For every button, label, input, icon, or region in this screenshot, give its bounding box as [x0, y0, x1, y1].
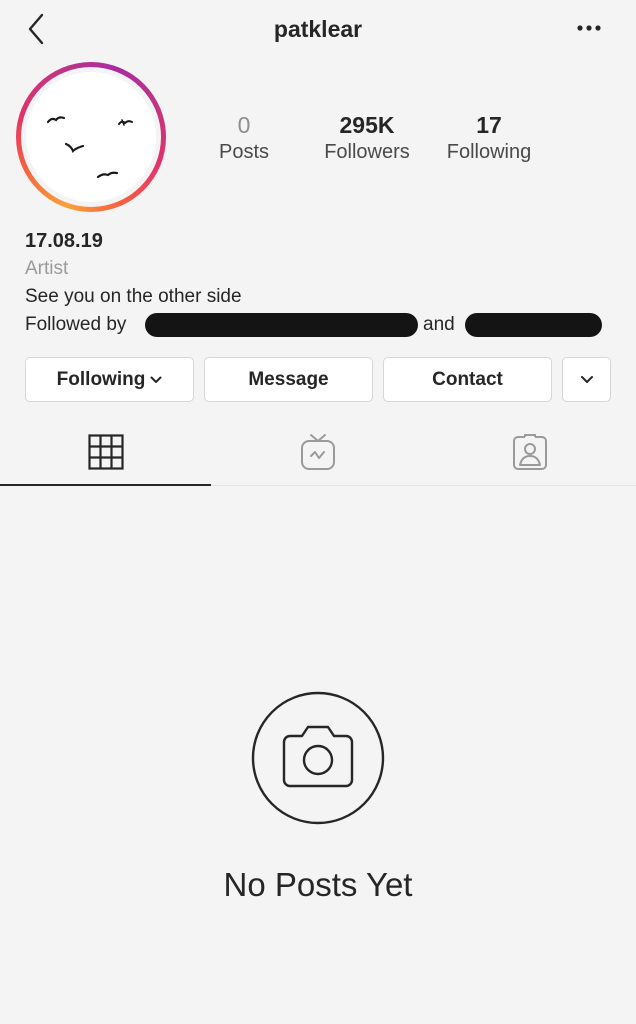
following-count: 17: [476, 112, 502, 138]
posts-label: Posts: [218, 141, 270, 163]
following-button[interactable]: Following: [25, 357, 194, 402]
following-button-label: Following: [56, 368, 146, 390]
more-options-button[interactable]: [572, 16, 606, 40]
tab-posts-grid[interactable]: [0, 418, 212, 486]
following-label: Following: [446, 141, 532, 163]
redacted-username: [465, 313, 602, 337]
bio-text: See you on the other side: [25, 286, 242, 307]
top-bar: patklear: [0, 0, 636, 60]
contact-button-label: Contact: [432, 368, 503, 390]
profile-tabs: [0, 418, 636, 486]
message-button-label: Message: [248, 368, 329, 390]
posts-count: 0: [237, 112, 251, 138]
more-horizontal-icon: [577, 25, 601, 31]
avatar-birds: [46, 116, 133, 179]
followers-count: 295K: [339, 112, 395, 138]
profile-name: 17.08.19: [25, 230, 103, 252]
empty-state-text: No Posts Yet: [223, 866, 413, 903]
followed-by[interactable]: Followed by and: [25, 311, 615, 339]
tagged-icon: [513, 434, 547, 470]
tab-tagged[interactable]: [424, 418, 636, 486]
followed-by-prefix: Followed by: [25, 314, 127, 335]
profile-bio: 17.08.19 Artist See you on the other sid…: [25, 227, 615, 339]
followers-label: Followers: [324, 141, 410, 163]
stat-following[interactable]: 17 Following: [424, 111, 554, 165]
avatar: [26, 72, 156, 202]
message-button[interactable]: Message: [204, 357, 373, 402]
igtv-icon: [301, 434, 335, 470]
profile-username: patklear: [273, 16, 363, 42]
chevron-down-icon: [580, 376, 593, 383]
profile-category: Artist: [25, 258, 69, 279]
chevron-down-icon: [150, 376, 162, 383]
suggested-accounts-button[interactable]: [562, 357, 611, 402]
redacted-username: [145, 313, 418, 337]
stat-followers[interactable]: 295K Followers: [302, 111, 432, 165]
avatar-story-ring[interactable]: [16, 62, 166, 212]
followed-by-joiner: and: [423, 314, 455, 335]
grid-icon: [88, 434, 124, 470]
contact-button[interactable]: Contact: [383, 357, 552, 402]
camera-icon: [250, 690, 386, 826]
active-tab-indicator: [0, 484, 211, 486]
tab-igtv[interactable]: [212, 418, 424, 486]
stat-posts: 0 Posts: [179, 111, 309, 165]
